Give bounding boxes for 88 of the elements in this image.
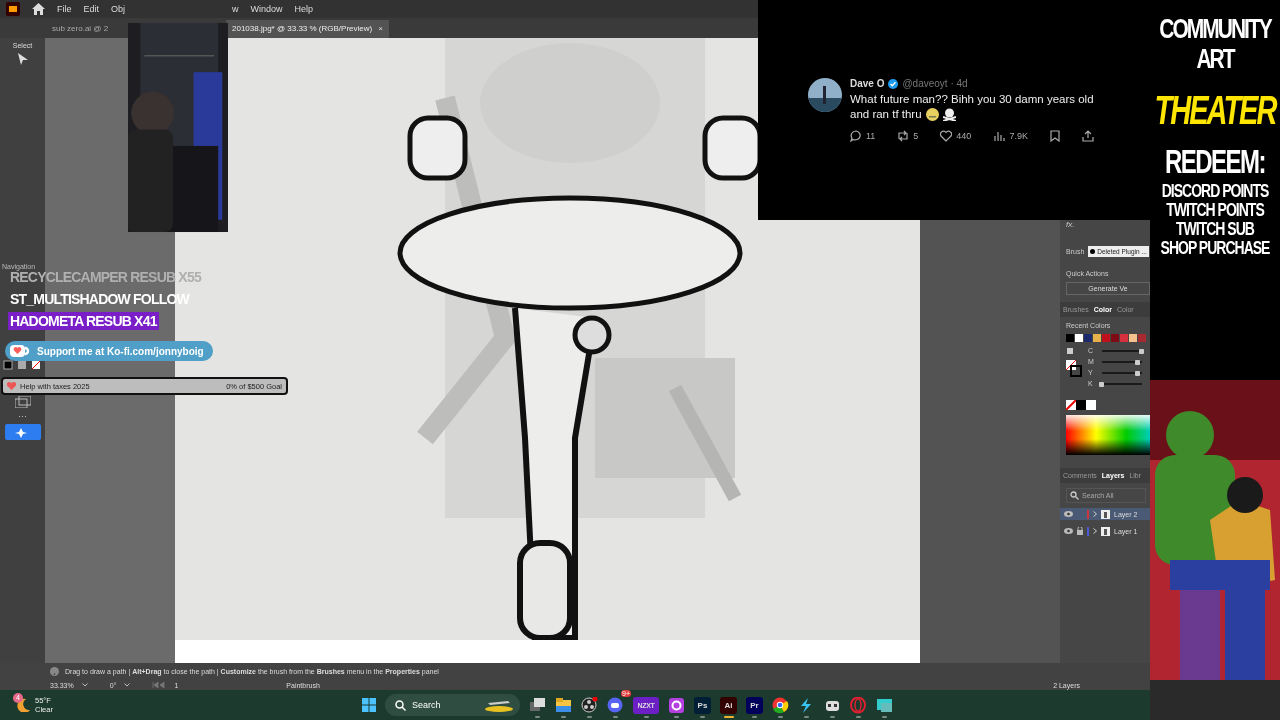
skull-icon <box>942 108 956 121</box>
chat-app-icon[interactable] <box>607 696 624 714</box>
color-slider[interactable] <box>1102 349 1142 352</box>
author-name: Dave O <box>850 78 885 89</box>
color-swatch[interactable] <box>1129 334 1137 342</box>
tweet-action[interactable]: 7.9K <box>993 130 1028 142</box>
color-swatch[interactable] <box>1120 334 1128 342</box>
app-icon[interactable]: Ps <box>694 696 711 714</box>
color-swatch[interactable] <box>1102 334 1110 342</box>
app-icon[interactable]: Pr <box>746 696 763 714</box>
search-icon <box>1070 491 1079 500</box>
alert-text: HADOMETA RESUB X41 <box>8 312 159 330</box>
menu-item[interactable]: Edit <box>83 4 100 14</box>
app-icon[interactable]: Ai <box>720 696 737 714</box>
start-icon[interactable] <box>362 698 376 712</box>
expand-icon[interactable] <box>1093 528 1097 534</box>
menu-item[interactable]: Window <box>250 4 283 14</box>
eye-icon <box>1064 511 1073 517</box>
search-icon <box>395 699 406 711</box>
tweet-action[interactable]: 440 <box>940 130 972 142</box>
color-mode-icon[interactable] <box>2 360 43 370</box>
overlay-text: DISCORD POINTS <box>1161 180 1269 200</box>
record-icon[interactable] <box>581 696 598 714</box>
menu-item[interactable]: File <box>57 4 72 14</box>
search-box[interactable]: Search <box>385 694 520 716</box>
folder-icon[interactable] <box>555 696 572 714</box>
reply-icon <box>850 130 862 142</box>
share-icon[interactable] <box>1081 130 1094 142</box>
overlay-subtitle: THEATER <box>1154 90 1276 131</box>
caret-icon[interactable] <box>81 683 88 687</box>
slider-thumb[interactable] <box>1099 381 1104 387</box>
overlay-title: COMMUNITY <box>1159 14 1271 43</box>
overlay-text: TWITCH SUB <box>1176 218 1254 238</box>
color-swatch[interactable] <box>1066 334 1074 342</box>
slider-thumb[interactable] <box>1135 370 1140 376</box>
color-swatch[interactable] <box>1138 334 1146 342</box>
tweet-text: and ran tf thru <box>850 107 922 122</box>
fill-stroke-icon <box>1066 347 1082 377</box>
close-icon[interactable]: × <box>378 24 383 34</box>
screen-icon[interactable] <box>876 696 893 714</box>
color-swatch[interactable] <box>1084 334 1092 342</box>
more-tools-button[interactable]: ··· <box>18 412 27 420</box>
slider-thumb[interactable] <box>1139 348 1144 354</box>
app-logo-icon <box>6 2 20 16</box>
heart-icon <box>7 382 16 390</box>
swatch-presets-icon <box>1066 400 1096 410</box>
color-slider[interactable] <box>1102 371 1142 374</box>
overlay-text: SHOP PURCHASE <box>1160 237 1270 257</box>
effects-label: fx. <box>1066 220 1076 229</box>
plane-icon <box>484 698 514 712</box>
task-view-icon[interactable] <box>529 696 546 714</box>
color-spectrum[interactable] <box>1066 415 1150 455</box>
screen-mode-icon[interactable] <box>14 396 31 408</box>
bookmark-icon[interactable] <box>1049 130 1060 142</box>
slider-thumb[interactable] <box>1135 359 1140 365</box>
ai-assist-button[interactable] <box>4 424 41 440</box>
menu-item[interactable]: Help <box>294 4 314 14</box>
caret-icon[interactable] <box>124 683 131 687</box>
repost-icon <box>897 130 910 142</box>
menu-item[interactable]: w <box>232 4 239 14</box>
overlay-text: REDEEM: <box>1164 145 1266 179</box>
tweet-text: What future man?? Bihh you 30 damn years old <box>850 92 1094 107</box>
document-tab[interactable]: 201038.jpg* @ 33.33 % (RGB/Preview) × <box>226 20 389 38</box>
overlay-text: TWITCH POINTS <box>1166 199 1264 219</box>
help-icon <box>50 667 59 676</box>
avatar <box>808 78 842 112</box>
cup-icon <box>9 343 31 359</box>
tweet-action[interactable]: 11 <box>850 130 876 142</box>
selection-arrow-icon[interactable] <box>17 53 28 65</box>
overlay-title: ART <box>1196 44 1234 73</box>
home-icon <box>32 3 45 15</box>
author-handle: @daveoyt · 4d <box>902 78 968 89</box>
color-slider[interactable] <box>1102 360 1142 363</box>
color-swatch[interactable] <box>1111 334 1119 342</box>
browser-icon[interactable] <box>772 696 789 714</box>
eye-icon <box>1064 528 1073 534</box>
color-swatch[interactable] <box>1093 334 1101 342</box>
verified-icon <box>888 78 899 89</box>
color-slider[interactable] <box>1102 382 1142 385</box>
heart-icon <box>940 130 953 142</box>
expand-icon[interactable] <box>1093 511 1097 517</box>
tweet-action[interactable]: 5 <box>897 130 919 142</box>
ring-browser-icon[interactable] <box>850 696 867 714</box>
ring-app-icon[interactable] <box>668 696 685 714</box>
color-swatch[interactable] <box>1075 334 1083 342</box>
menu-item[interactable]: Obj <box>111 4 126 14</box>
emoji-face-icon <box>925 108 939 121</box>
views-icon <box>993 130 1006 142</box>
